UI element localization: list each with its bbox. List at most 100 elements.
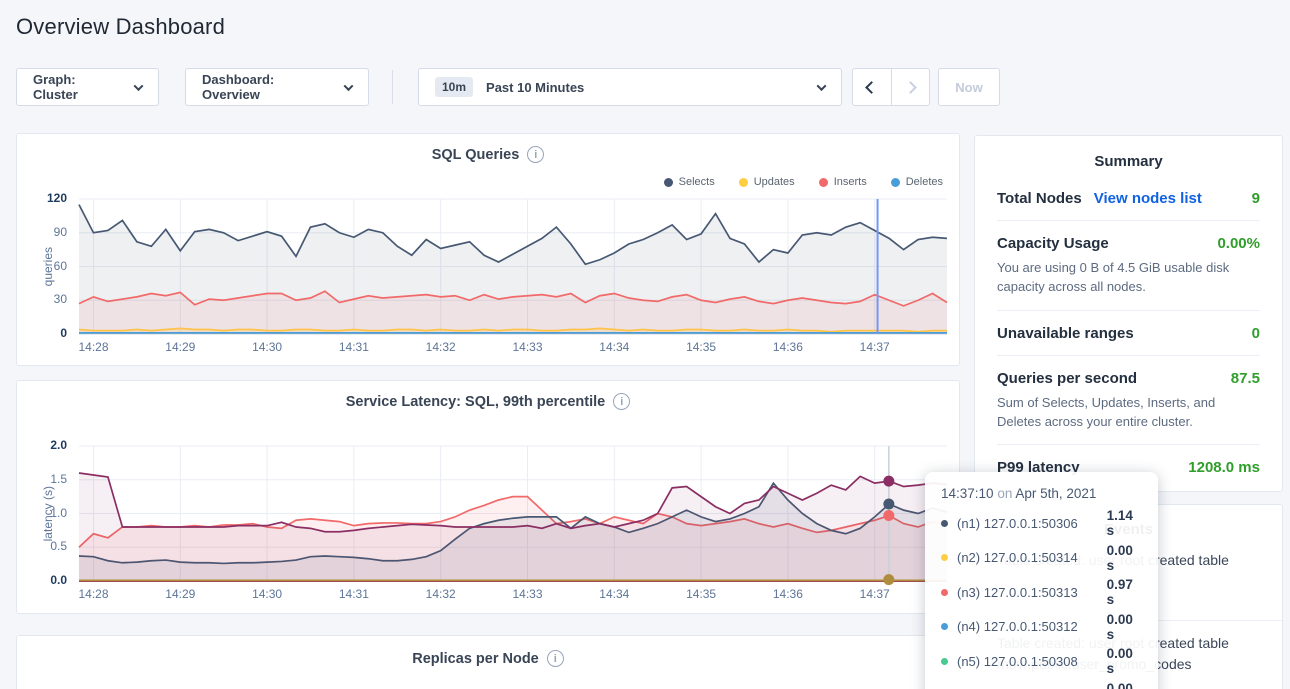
- now-button[interactable]: Now: [938, 68, 1000, 106]
- y-tick-label: 2.0: [17, 438, 67, 452]
- summary-row-value: 1208.0 ms: [1188, 459, 1260, 476]
- time-nav-group: [852, 68, 930, 106]
- x-tick-label: 14:33: [512, 587, 542, 601]
- replicas-per-node-panel: Replicas per Node i: [16, 635, 960, 689]
- summary-row-description: Sum of Selects, Updates, Inserts, and De…: [997, 394, 1260, 432]
- summary-row-label: Capacity Usage: [997, 235, 1109, 252]
- x-tick-label: 14:35: [686, 587, 716, 601]
- x-tick-label: 14:34: [599, 587, 629, 601]
- x-axis-labels: 14:2814:2914:3014:3114:3214:3314:3414:35…: [79, 587, 947, 603]
- y-tick-label: 30: [17, 292, 67, 306]
- sql-queries-panel: SQL Queries i Selects Updates Inserts Delet…: [16, 133, 960, 366]
- summary-row-value: 9: [1252, 190, 1260, 207]
- time-range-badge: 10m: [435, 77, 473, 97]
- tooltip-row: (n3) 127.0.0.1:503130.97 s: [941, 577, 1144, 607]
- legend-label: Deletes: [906, 176, 943, 188]
- time-next-button[interactable]: [891, 69, 929, 105]
- tooltip-node-label: (n4) 127.0.0.1:50312: [957, 619, 1107, 634]
- graph-dropdown-label: Graph: Cluster: [33, 72, 123, 102]
- series-color-dot: [941, 623, 948, 630]
- chart-hover-tooltip: 14:37:10 on Apr 5th, 2021 (n1) 127.0.0.1…: [925, 472, 1158, 689]
- y-axis-labels: 0.00.51.01.52.0: [17, 381, 73, 613]
- chart-title-text: Service Latency: SQL, 99th percentile: [346, 394, 606, 410]
- x-tick-label: 14:30: [252, 340, 282, 354]
- series-color-dot: [941, 658, 948, 665]
- y-tick-label: 90: [17, 225, 67, 239]
- legend-label: Updates: [754, 176, 795, 188]
- summary-row-value: 0: [1252, 325, 1260, 342]
- legend-label: Inserts: [834, 176, 867, 188]
- x-tick-label: 14:34: [599, 340, 629, 354]
- y-tick-label: 0: [17, 326, 67, 340]
- tooltip-node-label: (n3) 127.0.0.1:50313: [957, 585, 1107, 600]
- summary-row: Total Nodes View nodes list 9: [997, 176, 1260, 220]
- summary-row: Capacity Usage 0.00% You are using 0 B of …: [997, 220, 1260, 310]
- legend-item-updates: Updates: [739, 176, 795, 188]
- chart-legend: Selects Updates Inserts Deletes: [664, 176, 943, 188]
- x-tick-label: 14:28: [78, 340, 108, 354]
- x-tick-label: 14:36: [773, 340, 803, 354]
- graph-dropdown[interactable]: Graph: Cluster: [16, 68, 159, 106]
- chart-title: SQL Queries i: [17, 146, 959, 163]
- y-tick-label: 0.0: [17, 573, 67, 587]
- time-prev-button[interactable]: [853, 69, 891, 105]
- x-tick-label: 14:31: [339, 340, 369, 354]
- summary-row: Unavailable ranges 0: [997, 310, 1260, 355]
- chevron-right-icon: [904, 81, 917, 94]
- legend-color-dot: [664, 178, 673, 187]
- summary-row-label: Total Nodes: [997, 190, 1082, 207]
- hover-point-dot: [883, 510, 894, 521]
- tooltip-timestamp: 14:37:10 on Apr 5th, 2021: [941, 486, 1144, 501]
- series-color-dot: [941, 589, 948, 596]
- x-tick-label: 14:29: [165, 340, 195, 354]
- chart-plot-area[interactable]: [79, 446, 947, 581]
- y-tick-label: 120: [17, 191, 67, 205]
- y-tick-label: 60: [17, 259, 67, 273]
- summary-row-label: Unavailable ranges: [997, 325, 1134, 342]
- chart-title: Replicas per Node i: [17, 650, 959, 667]
- view-nodes-list-link[interactable]: View nodes list: [1094, 190, 1202, 207]
- legend-item-deletes: Deletes: [891, 176, 943, 188]
- hover-point-dot: [883, 476, 894, 487]
- info-icon[interactable]: i: [547, 650, 564, 667]
- x-tick-label: 14:31: [339, 587, 369, 601]
- time-range-label: Past 10 Minutes: [486, 80, 818, 95]
- controls-divider: [392, 70, 393, 104]
- tooltip-node-label: (n1) 127.0.0.1:50306: [957, 516, 1107, 531]
- x-tick-label: 14:37: [860, 340, 890, 354]
- chevron-down-icon: [344, 81, 354, 91]
- tooltip-node-value: 1.14 s: [1107, 508, 1144, 538]
- chevron-down-icon: [134, 81, 144, 91]
- legend-color-dot: [739, 178, 748, 187]
- summary-title: Summary: [975, 136, 1282, 170]
- y-axis-labels: 0 30 60 90 120: [17, 134, 73, 365]
- chart-title: Service Latency: SQL, 99th percentile i: [17, 393, 959, 410]
- tooltip-node-value: 0.00 s: [1107, 646, 1144, 676]
- x-tick-label: 14:32: [426, 587, 456, 601]
- summary-row-value: 0.00%: [1217, 235, 1260, 252]
- series-color-dot: [941, 520, 948, 527]
- page-title: Overview Dashboard: [16, 14, 225, 40]
- chart-title-text: SQL Queries: [432, 147, 520, 163]
- tooltip-row: (n2) 127.0.0.1:503140.00 s: [941, 543, 1144, 573]
- tooltip-row: (n1) 127.0.0.1:503061.14 s: [941, 508, 1144, 538]
- y-tick-label: 1.0: [17, 506, 67, 520]
- legend-label: Selects: [679, 176, 715, 188]
- x-tick-label: 14:32: [426, 340, 456, 354]
- chart-plot-area[interactable]: [79, 199, 947, 334]
- tooltip-node-value: 0.00 s: [1107, 612, 1144, 642]
- tooltip-node-value: 0.00 s: [1107, 543, 1144, 573]
- tooltip-row: (n4) 127.0.0.1:503120.00 s: [941, 612, 1144, 642]
- summary-row-value: 87.5: [1231, 370, 1260, 387]
- now-button-label: Now: [955, 80, 982, 95]
- x-tick-label: 14:28: [78, 587, 108, 601]
- info-icon[interactable]: i: [613, 393, 630, 410]
- time-range-selector[interactable]: 10m Past 10 Minutes: [418, 68, 842, 106]
- dashboard-dropdown[interactable]: Dashboard: Overview: [185, 68, 369, 106]
- info-icon[interactable]: i: [527, 146, 544, 163]
- summary-card: Summary Total Nodes View nodes list 9 Capac…: [974, 135, 1283, 492]
- summary-row-label: Queries per second: [997, 370, 1137, 387]
- summary-row-description: You are using 0 B of 4.5 GiB usable disk…: [997, 259, 1260, 297]
- chevron-left-icon: [866, 81, 879, 94]
- y-tick-label: 0.5: [17, 539, 67, 553]
